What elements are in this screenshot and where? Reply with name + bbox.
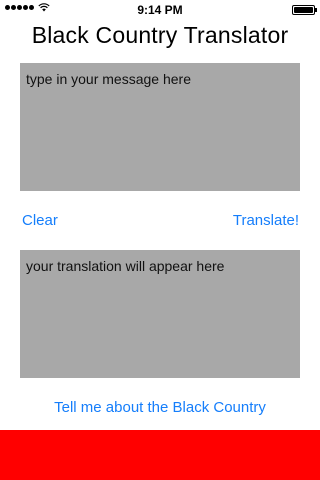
clear-button[interactable]: Clear xyxy=(22,212,58,229)
ad-banner[interactable] xyxy=(0,430,320,480)
about-black-country-button[interactable]: Tell me about the Black Country xyxy=(0,399,320,416)
message-input[interactable]: type in your message here xyxy=(20,63,300,191)
translation-output[interactable]: your translation will appear here xyxy=(20,250,300,378)
message-input-placeholder: type in your message here xyxy=(26,71,191,87)
status-bar: 9:14 PM xyxy=(0,0,320,20)
battery-icon xyxy=(292,5,317,15)
translation-output-placeholder: your translation will appear here xyxy=(26,258,225,274)
page-title: Black Country Translator xyxy=(31,22,289,48)
status-time: 9:14 PM xyxy=(137,3,183,17)
translate-button[interactable]: Translate! xyxy=(233,212,299,229)
app-screen: 9:14 PM Black Country Translator type in… xyxy=(0,0,320,480)
